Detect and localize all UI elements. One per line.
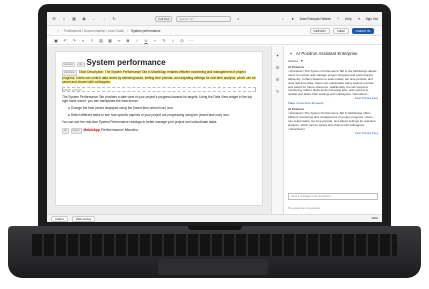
logo-icon: ◉ [82, 16, 86, 21]
breadcrumb-separator: › [127, 28, 129, 33]
help-link[interactable]: Help [345, 17, 352, 21]
ai-response-actions[interactable]: Insert Preview Copy [288, 97, 378, 100]
short-description-text[interactable]: Short Description: The System Performanc… [62, 70, 256, 85]
find-icon[interactable]: ⌕ [80, 37, 86, 43]
validate-icon[interactable]: ◎ [179, 37, 185, 43]
report-button[interactable]: REPORT [309, 27, 330, 34]
outline-icon[interactable]: ☰ [275, 64, 281, 70]
signout-link[interactable]: Sign Out [366, 17, 378, 21]
status-bar: Author Web Author 100% [47, 214, 382, 222]
figure-block[interactable]: fig Figure MobileApp Performance Monitor [62, 127, 256, 134]
ai-panel-header: ✦ AI Positron Assistant Enterprise [288, 50, 378, 56]
body-paragraph-2[interactable]: You can use the real-time System Perform… [62, 120, 256, 124]
save-icon[interactable]: ▣ [53, 37, 59, 43]
actions-label[interactable]: Actions [288, 59, 298, 63]
ai-assistant-panel: ✦ AI Positron Assistant Enterprise Actio… [283, 46, 382, 214]
ai-response-text: <shortdesc>The System Performance Tab in… [288, 68, 377, 97]
list-item-text[interactable]: Change the time period displayed using t… [71, 106, 174, 110]
body-paragraph-1[interactable]: The System Performance Tab provides a da… [62, 95, 256, 103]
short-description[interactable]: shortdesc Short Description: The System … [62, 70, 256, 85]
ai-response-1: AI Positron <shortdesc>The System Perfor… [288, 65, 378, 97]
chevron-down-icon[interactable]: ▾ [299, 58, 305, 64]
search-input[interactable]: Search for... [176, 15, 232, 22]
home-icon[interactable]: ⌂ [61, 16, 67, 22]
laptop-frame: ☰ ⌂ ▦ ◉ ← → ↻ Full Text Search for... ⌕ … [38, 4, 391, 228]
italic-icon[interactable]: I [134, 37, 140, 43]
bold-icon[interactable]: B [125, 37, 131, 43]
bell-icon[interactable]: ♪ [280, 16, 286, 22]
ai-response-actions[interactable]: Insert Preview Copy [288, 132, 378, 135]
ai-panel-title: AI Positron Assistant Enterprise [296, 50, 358, 56]
side-rail: ✦ ☰ ⚙ ✎ [271, 46, 283, 214]
breadcrumb-current: System performance [131, 28, 161, 33]
back-icon[interactable]: ← [91, 16, 97, 22]
fig-tag: fig [62, 127, 69, 134]
redo-icon[interactable]: ↷ [71, 37, 77, 43]
menu-icon[interactable]: ☰ [51, 16, 57, 22]
table-icon[interactable]: ▦ [107, 37, 113, 43]
underline-icon[interactable]: U [143, 37, 149, 43]
insert-topic-placeholder[interactable]: Insert a topic [62, 86, 256, 92]
more-icon[interactable]: ⋯ [188, 37, 194, 43]
hinge-notch [188, 226, 242, 230]
workspace: concept title System performance shortde… [47, 46, 382, 214]
arrow-left-icon[interactable]: ‹ [55, 28, 61, 34]
view-button[interactable]: VIEW [332, 27, 349, 34]
ai-response-text: <shortdesc>The System Performance Tab in… [288, 111, 376, 131]
track-changes-icon[interactable]: ✓ [170, 37, 176, 43]
ai-response-2: AI Positron <shortdesc>The System Perfor… [288, 107, 378, 131]
figure-label: Figure [70, 127, 82, 134]
document-page[interactable]: concept title System performance shortde… [55, 51, 263, 206]
web-author-tab[interactable]: Web Author [71, 215, 96, 222]
refresh-icon[interactable]: ↻ [111, 16, 117, 22]
app-window: ☰ ⌂ ▦ ◉ ← → ↻ Full Text Search for... ⌕ … [47, 12, 382, 222]
zoom-level[interactable]: 100% [371, 217, 378, 220]
author-tab[interactable]: Author [51, 215, 68, 222]
document-area: concept title System performance shortde… [47, 46, 271, 214]
ai-icon[interactable]: ✦ [275, 52, 281, 58]
grid-icon[interactable]: ▦ [71, 16, 77, 22]
ai-actions-menu[interactable]: Actions ▾ [288, 58, 378, 64]
signout-icon: ⇥ [356, 16, 361, 21]
top-bar: ☰ ⌂ ▦ ◉ ← → ↻ Full Text Search for... ⌕ … [47, 12, 382, 26]
review-icon[interactable]: ✎ [275, 88, 281, 94]
user-icon: ● [291, 16, 294, 21]
check-in-button[interactable]: CHECK IN [351, 27, 374, 34]
attributes-icon[interactable]: ⚙ [275, 76, 281, 82]
undo-icon[interactable]: ↶ [62, 37, 68, 43]
concept-tag: concept [62, 62, 75, 67]
title-tag: title [76, 62, 85, 67]
search-icon[interactable]: ⌕ [235, 16, 241, 22]
laptop-base [8, 226, 421, 278]
insert-icon[interactable]: + [152, 37, 158, 43]
user-prompt: Make it less than 30 words [288, 101, 324, 106]
breadcrumb: ‹ Publications / Documentation / User Gu… [47, 26, 382, 36]
ai-message-input[interactable]: Send a message to the AI positron [288, 193, 378, 200]
trackpad [158, 259, 268, 275]
ai-disclaimer: The answers are AI generated [288, 207, 321, 210]
editor-toolbar: ▣ ↶ ↷ ⌕ ≡ ▨ ▦ ∞ B I U + ✎ ✓ ◎ ⋯ [47, 36, 382, 45]
image-icon[interactable]: ▨ [98, 37, 104, 43]
breadcrumb-path[interactable]: Publications / Documentation / User Guid… [64, 29, 124, 33]
user-name[interactable]: Jean François Hédren [300, 17, 331, 21]
page-title[interactable]: System performance [86, 58, 165, 67]
list-item[interactable]: ● Select different tasks to see how spec… [62, 113, 256, 117]
list-item[interactable]: ● Change the time period displayed using… [62, 106, 256, 110]
figure-app-name[interactable]: MobileApp [84, 128, 100, 132]
forward-icon[interactable]: → [101, 16, 107, 22]
link-icon[interactable]: ∞ [116, 37, 122, 43]
comment-icon[interactable]: ✎ [161, 37, 167, 43]
list-icon[interactable]: ≡ [89, 37, 95, 43]
keyboard [32, 234, 397, 256]
sparkle-icon: ✦ [289, 50, 293, 56]
search-filter-select[interactable]: Full Text [155, 15, 173, 22]
help-icon: ? [336, 16, 340, 21]
figure-title[interactable]: Performance Monitor [101, 127, 138, 132]
list-item-text[interactable]: Select different tasks to see how specif… [71, 113, 230, 117]
